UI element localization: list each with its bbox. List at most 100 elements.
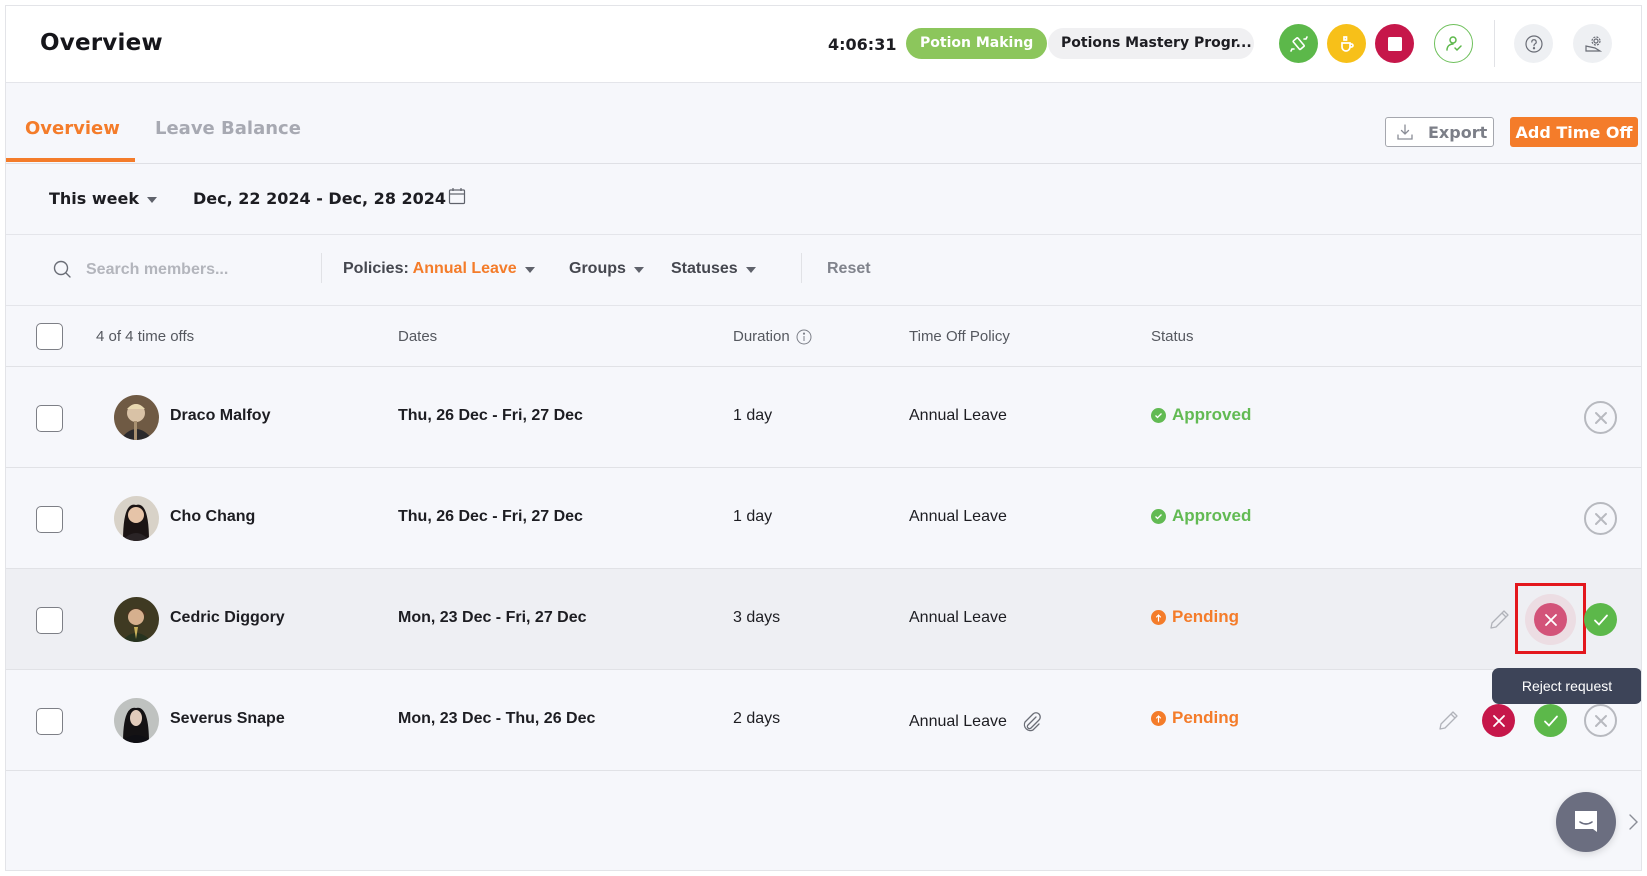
statuses-filter[interactable]: Statuses <box>671 260 756 278</box>
check-circle-icon <box>1151 407 1166 423</box>
approve-request-button[interactable] <box>1584 603 1617 636</box>
paperclip-icon[interactable] <box>1019 710 1043 734</box>
table-row[interactable]: Draco Malfoy Thu, 26 Dec - Fri, 27 Dec 1… <box>6 367 1641 468</box>
member-name: Cho Chang <box>170 508 256 525</box>
status-badge: Approved <box>1151 506 1251 526</box>
cancel-time-off-button[interactable] <box>1584 401 1617 434</box>
row-checkbox[interactable] <box>36 506 63 533</box>
status-label: Pending <box>1172 708 1240 727</box>
groups-label: Groups <box>569 260 626 277</box>
header-divider <box>1494 20 1495 67</box>
tab-overview[interactable]: Overview <box>25 118 120 139</box>
reset-filters-button[interactable]: Reset <box>827 260 871 278</box>
status-badge: Approved <box>1151 405 1251 425</box>
time-off-policy: Annual Leave <box>909 407 1007 425</box>
column-duration-label: Duration <box>733 328 790 345</box>
edit-request-button[interactable] <box>1431 704 1464 737</box>
policies-filter[interactable]: Policies: Annual Leave <box>343 260 535 278</box>
info-icon[interactable] <box>796 329 812 345</box>
edit-request-button[interactable] <box>1482 603 1515 636</box>
attendance-button[interactable] <box>1434 24 1473 63</box>
policies-value: Annual Leave <box>412 260 517 277</box>
search-members-input[interactable] <box>86 257 306 283</box>
export-button[interactable]: Export <box>1385 117 1494 147</box>
download-icon <box>1397 124 1413 140</box>
add-time-off-button[interactable]: Add Time Off <box>1510 117 1638 147</box>
chevron-right-icon[interactable] <box>1626 812 1640 832</box>
settings-button[interactable] <box>1573 24 1612 63</box>
close-icon <box>1594 512 1607 525</box>
pencil-icon <box>1438 710 1458 730</box>
policy-label: Annual Leave <box>909 609 1007 626</box>
filter-divider <box>801 253 802 283</box>
cancel-time-off-button[interactable] <box>1584 502 1617 535</box>
member-name: Cedric Diggory <box>170 609 285 626</box>
time-off-dates: Thu, 26 Dec - Fri, 27 Dec <box>398 407 583 424</box>
table-row[interactable]: Severus Snape Mon, 23 Dec - Thu, 26 Dec … <box>6 670 1641 771</box>
row-checkbox[interactable] <box>36 405 63 432</box>
close-icon <box>1594 714 1607 727</box>
status-label: Pending <box>1172 607 1240 626</box>
time-off-dates: Thu, 26 Dec - Fri, 27 Dec <box>398 508 583 525</box>
settings-icon <box>1584 35 1602 52</box>
column-time-off-policy: Time Off Policy <box>909 328 1010 345</box>
groups-filter[interactable]: Groups <box>569 260 644 278</box>
date-range-text: Dec, 22 2024 - Dec, 28 2024 <box>193 189 447 208</box>
timer-display: 4:06:31 <box>828 35 897 54</box>
status-badge: Pending <box>1151 607 1239 627</box>
chevron-down-icon <box>745 267 756 273</box>
page-title: Overview <box>40 30 163 56</box>
coffee-break-button[interactable] <box>1327 24 1366 63</box>
pending-icon <box>1151 609 1166 625</box>
row-checkbox[interactable] <box>36 708 63 735</box>
calendar-icon[interactable] <box>448 187 466 205</box>
column-status: Status <box>1151 328 1194 345</box>
chevron-down-icon <box>147 196 158 203</box>
member-name: Draco Malfoy <box>170 407 271 424</box>
chat-icon <box>1575 811 1597 832</box>
cancel-time-off-button[interactable] <box>1584 704 1617 737</box>
attendance-icon <box>1445 35 1462 51</box>
reject-request-button[interactable] <box>1534 603 1567 636</box>
help-button[interactable] <box>1514 24 1553 63</box>
time-off-dates: Mon, 23 Dec - Thu, 26 Dec <box>398 710 596 727</box>
select-all-checkbox[interactable] <box>36 323 63 350</box>
range-preset-dropdown[interactable]: This week <box>49 189 158 208</box>
date-filter-row: This week Dec, 22 2024 - Dec, 28 2024 <box>6 164 1641 235</box>
chevron-down-icon <box>524 267 535 273</box>
avatar <box>114 395 159 440</box>
export-label: Export <box>1428 122 1488 142</box>
time-off-duration: 3 days <box>733 609 781 626</box>
row-checkbox[interactable] <box>36 607 63 634</box>
tab-leave-balance[interactable]: Leave Balance <box>155 118 301 139</box>
policy-label: Annual Leave <box>909 713 1007 730</box>
pending-icon <box>1151 710 1166 726</box>
member-name: Severus Snape <box>170 710 285 727</box>
top-bar: Overview 4:06:31 Potion Making Potions M… <box>6 6 1641 83</box>
status-badge: Pending <box>1151 708 1239 728</box>
close-icon <box>1594 411 1607 424</box>
time-off-policy: Annual Leave <box>909 609 1007 627</box>
time-off-policy: Annual Leave <box>909 508 1007 526</box>
avatar <box>114 698 159 743</box>
pencil-icon <box>1489 609 1509 629</box>
table-row[interactable]: Cho Chang Thu, 26 Dec - Fri, 27 Dec 1 da… <box>6 468 1641 569</box>
table-header: 4 of 4 time offs Dates Duration Time Off… <box>6 306 1641 367</box>
filter-bar: Policies: Annual Leave Groups Statuses R… <box>6 235 1641 306</box>
chevron-down-icon <box>633 267 644 273</box>
statuses-label: Statuses <box>671 260 738 277</box>
column-duration: Duration <box>733 328 812 345</box>
project-pill[interactable]: Potion Making <box>906 28 1048 59</box>
status-label: Approved <box>1172 506 1252 525</box>
table-row[interactable]: Cedric Diggory Mon, 23 Dec - Fri, 27 Dec… <box>6 569 1641 670</box>
approve-request-button[interactable] <box>1534 704 1567 737</box>
stop-timer-button[interactable] <box>1375 24 1414 63</box>
switch-task-button[interactable] <box>1279 24 1318 63</box>
active-tab-indicator <box>6 158 135 162</box>
task-pill[interactable]: Potions Mastery Progr... <box>1048 28 1254 59</box>
reject-request-button[interactable] <box>1482 704 1515 737</box>
stop-timer-icon <box>1387 36 1402 51</box>
time-off-policy: Annual Leave <box>909 710 1043 734</box>
coffee-break-icon <box>1340 35 1354 52</box>
chat-widget-button[interactable] <box>1556 792 1616 852</box>
